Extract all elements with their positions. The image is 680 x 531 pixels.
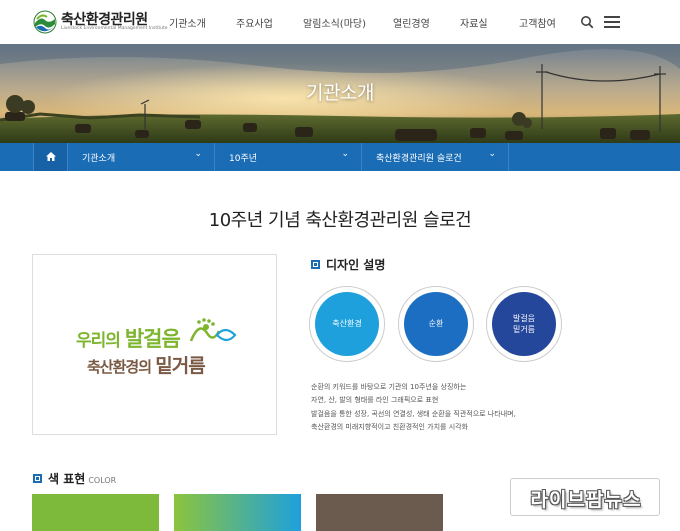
- bullet-square-icon: [33, 474, 42, 483]
- logo-mark-icon: [33, 10, 57, 34]
- nav-management[interactable]: 열린경영: [393, 15, 430, 30]
- page-title: 10주년 기념 축산환경관리원 슬로건: [208, 210, 472, 231]
- hero-title: 기관소개: [306, 82, 374, 104]
- color-swatch-gradient: [174, 494, 301, 531]
- hero-banner: 기관소개: [0, 44, 680, 143]
- watermark-logo: 라이브팜뉴스: [510, 478, 660, 516]
- watermark-text: 라이브팜뉴스: [530, 489, 642, 511]
- chevron-down-icon: ⌄: [194, 149, 202, 159]
- location-depth1[interactable]: 기관소개 ⌄: [68, 143, 215, 171]
- slogan-line1-emphasis: 발걸음: [124, 327, 181, 351]
- search-icon[interactable]: [580, 15, 594, 29]
- description-line: 순환의 키워드를 바탕으로 기관의 10주년을 상징하는: [311, 383, 467, 391]
- location-depth3-label: 축산환경관리원 슬로건: [376, 154, 462, 164]
- location-depth3[interactable]: 축산환경관리원 슬로건 ⌄: [362, 143, 509, 171]
- slogan-line1-prefix: 우리의: [76, 331, 125, 351]
- home-icon: [46, 152, 56, 161]
- slogan-footprint-icon: [189, 318, 237, 342]
- location-depth1-label: 기관소개: [82, 154, 116, 164]
- site-header: 축산환경관리원 Livestock Environmental Manageme…: [0, 0, 680, 44]
- hamburger-menu-icon[interactable]: [604, 16, 620, 28]
- design-circle-circulation: 순환: [398, 286, 474, 362]
- location-depth2-label: 10주년: [229, 154, 258, 164]
- color-swatch-green: [32, 494, 159, 531]
- chevron-down-icon: ⌄: [341, 149, 349, 159]
- chevron-down-icon: ⌄: [488, 149, 496, 159]
- description-line: 발걸음을 통한 성장, 곡선의 연결성, 생태 순환을 직관적으로 나타내며,: [311, 409, 516, 418]
- site-logo[interactable]: 축산환경관리원 Livestock Environmental Manageme…: [33, 8, 168, 36]
- description-line: 축산환경의 미래지향적이고 친환경적인 가치를 시각화: [311, 422, 469, 431]
- slogan-line1: 우리의 발걸음: [76, 323, 181, 353]
- location-depth2[interactable]: 10주년 ⌄: [215, 143, 362, 171]
- slogan-line2: 축산환경의 밑거름: [87, 351, 206, 378]
- description-line: 자연, 산, 발의 형태를 라인 그래픽으로 표현: [311, 396, 439, 405]
- nav-customer[interactable]: 고객참여: [519, 15, 556, 30]
- nav-about[interactable]: 기관소개: [169, 15, 206, 30]
- logo-subtext: Livestock Environmental Management Insti…: [61, 26, 168, 31]
- nav-business[interactable]: 주요사업: [236, 15, 273, 30]
- design-description: 순환의 키워드를 바탕으로 기관의 10주년을 상징하는 자연, 산, 발의 형…: [311, 381, 516, 434]
- slogan-line2-emphasis: 밑거름: [155, 355, 205, 377]
- slogan-line2-prefix: 축산환경의: [87, 358, 156, 376]
- bullet-square-icon: [311, 260, 320, 269]
- design-circle-footstep: 발걸음 밑거름: [486, 286, 562, 362]
- design-circle-livestock-env: 축산환경: [309, 286, 385, 362]
- color-heading-sub: COLOR: [88, 476, 117, 485]
- design-heading: 디자인 설명: [311, 256, 385, 273]
- nav-resources[interactable]: 자료실: [460, 15, 488, 30]
- design-circle-label: 순환: [404, 292, 468, 356]
- nav-news[interactable]: 알림소식(마당): [303, 15, 366, 30]
- color-swatch-brown: [316, 494, 443, 531]
- color-heading-text: 색 표현: [48, 472, 86, 486]
- design-heading-text: 디자인 설명: [326, 258, 386, 272]
- home-button[interactable]: [33, 143, 68, 171]
- location-bar: 기관소개 ⌄ 10주년 ⌄ 축산환경관리원 슬로건 ⌄: [0, 143, 680, 171]
- design-circle-label: 축산환경: [315, 292, 379, 356]
- color-heading: 색 표현 COLOR: [33, 470, 116, 487]
- slogan-image: 우리의 발걸음 축산환경의 밑거름: [32, 254, 277, 435]
- design-circle-label: 발걸음 밑거름: [492, 292, 556, 356]
